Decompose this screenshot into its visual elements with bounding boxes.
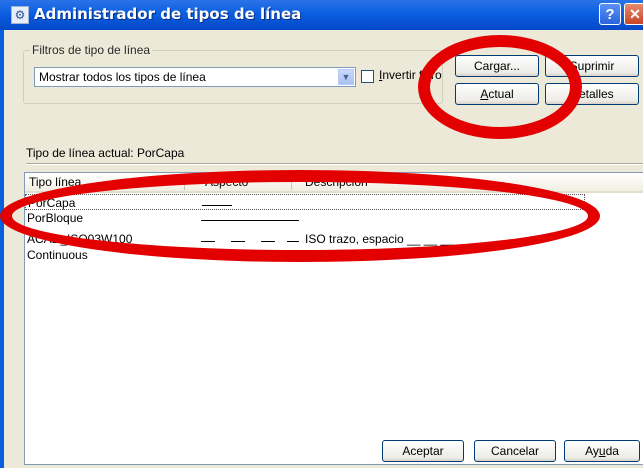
help-title-button[interactable]: ? bbox=[599, 3, 621, 25]
app-icon: ⚙ bbox=[11, 6, 29, 24]
window-title: Administrador de tipos de línea bbox=[34, 5, 302, 23]
filter-group-label: Filtros de tipo de línea bbox=[30, 43, 153, 57]
details-button[interactable]: Detalles bbox=[545, 83, 639, 105]
table-row[interactable]: Continuous Continuous bbox=[25, 247, 643, 263]
table-row[interactable]: PorBloque bbox=[25, 210, 643, 226]
cancel-button[interactable]: Cancelar bbox=[474, 440, 556, 462]
title-bar[interactable]: ⚙ Administrador de tipos de línea ? ✕ bbox=[0, 0, 643, 30]
dialog-body: Filtros de tipo de línea Mostrar todos l… bbox=[0, 30, 643, 468]
close-button[interactable]: ✕ bbox=[624, 3, 643, 25]
delete-button[interactable]: Suprimir bbox=[545, 55, 639, 77]
chevron-down-icon[interactable]: ▼ bbox=[338, 69, 354, 85]
filter-select-value: Mostrar todos los tipos de línea bbox=[39, 70, 206, 84]
appearance-line bbox=[202, 205, 232, 206]
current-button[interactable]: Actual bbox=[455, 83, 539, 105]
appearance-line bbox=[201, 257, 301, 258]
filter-select[interactable]: Mostrar todos los tipos de línea ▼ bbox=[34, 67, 356, 87]
row-name: PorCapa bbox=[28, 196, 76, 210]
column-appearance[interactable]: Aspecto bbox=[205, 175, 248, 189]
invert-filter-checkbox[interactable] bbox=[361, 70, 374, 83]
linetype-list[interactable]: Tipo línea Aspecto Descripción PorCapa P… bbox=[24, 172, 643, 465]
list-header: Tipo línea Aspecto Descripción bbox=[25, 173, 643, 193]
row-description: ISO trazo, espacio __ __ __ __ __ __ bbox=[305, 232, 504, 246]
table-row[interactable]: ACAD_ISO03W100 ISO trazo, espacio __ __ … bbox=[25, 231, 643, 247]
current-linetype-label: Tipo de línea actual: PorCapa bbox=[26, 146, 185, 160]
row-name: Continuous bbox=[27, 248, 88, 262]
table-row[interactable]: PorCapa bbox=[25, 194, 585, 210]
column-name[interactable]: Tipo línea bbox=[29, 175, 81, 189]
load-button[interactable]: Cargar... bbox=[455, 55, 539, 77]
help-button[interactable]: Ayuda bbox=[564, 440, 640, 462]
row-description: Continuous bbox=[305, 248, 366, 262]
appearance-line bbox=[201, 220, 299, 221]
row-name: ACAD_ISO03W100 bbox=[27, 232, 133, 246]
invert-filter-label: Invertir filtro bbox=[379, 68, 442, 82]
row-name: PorBloque bbox=[27, 211, 84, 225]
column-description[interactable]: Descripción bbox=[305, 175, 368, 189]
ok-button[interactable]: Aceptar bbox=[382, 440, 464, 462]
divider bbox=[26, 163, 643, 165]
linetype-manager-window: ⚙ Administrador de tipos de línea ? ✕ Fi… bbox=[0, 0, 643, 468]
